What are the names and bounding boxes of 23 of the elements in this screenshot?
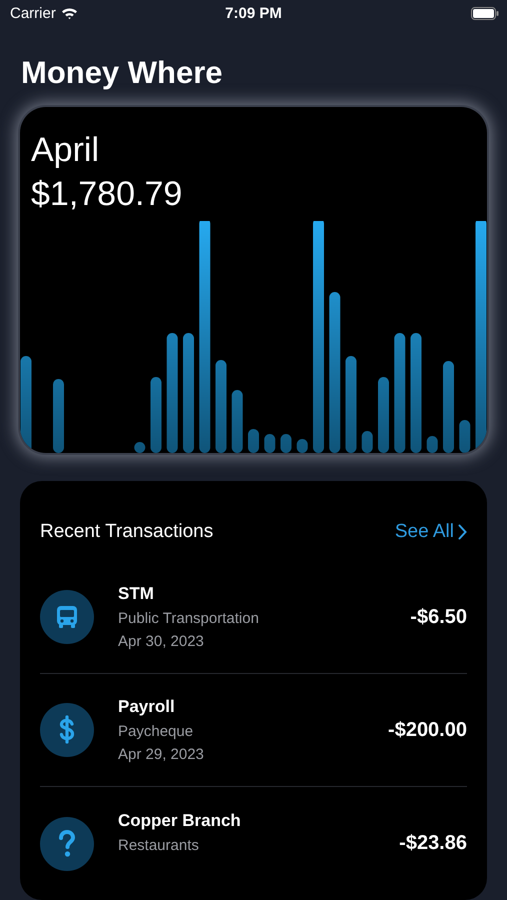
dollar-icon: [57, 715, 77, 745]
merchant-name: Payroll: [118, 697, 176, 717]
section-title: Recent Transactions: [40, 521, 214, 543]
total-amount: $1,780.79: [31, 174, 184, 216]
status-time: 7:09 PM: [225, 4, 282, 22]
transaction-amount: -$200.00: [388, 718, 467, 742]
carrier-label: Carrier: [10, 4, 56, 22]
transaction-date: Apr 29, 2023: [118, 746, 205, 763]
category-label: Restaurants: [118, 836, 200, 854]
question-icon: [57, 828, 77, 858]
wifi-icon: [60, 6, 78, 20]
merchant-name: Copper Branch: [118, 810, 242, 830]
month-label: April: [31, 130, 100, 170]
app-title: Money Where: [21, 55, 224, 92]
transaction-amount: -$6.50: [410, 606, 467, 628]
transaction-date: Apr 30, 2023: [118, 633, 205, 650]
transaction-amount: -$23.86: [399, 832, 467, 855]
category-label: Paycheque: [118, 723, 194, 740]
see-all-link[interactable]: See All: [394, 521, 467, 543]
chevron-icon: [458, 524, 467, 540]
category-label: Public Transportation: [118, 610, 260, 627]
merchant-name: STM: [118, 584, 155, 604]
battery-icon: [471, 6, 499, 20]
